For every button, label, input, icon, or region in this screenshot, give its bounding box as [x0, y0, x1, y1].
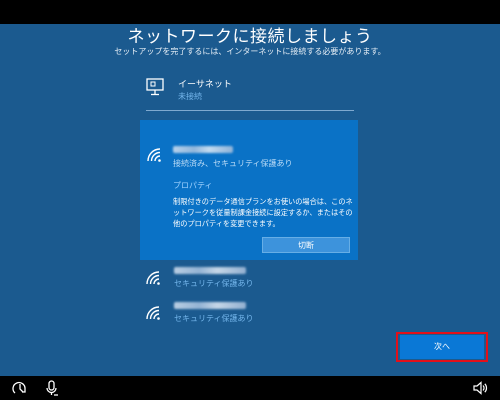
ethernet-name: イーサネット [178, 80, 232, 90]
page-subtitle: セットアップを完了するには、インターネットに接続する必要があります。 [114, 47, 386, 56]
ethernet-monitor-icon [146, 78, 164, 96]
properties-link[interactable]: プロパティ [173, 180, 213, 191]
disconnect-button[interactable]: 切断 [262, 237, 350, 253]
network-item[interactable]: セキュリティ保護あり [146, 300, 356, 330]
wifi-icon [146, 271, 160, 285]
selected-network-card[interactable]: 接続済み、セキュリティ保護あり プロパティ 制限付きのデータ通信プランをお使いの… [140, 120, 358, 260]
top-bar [0, 0, 500, 24]
network-name-blurred [174, 302, 246, 309]
volume-icon[interactable] [472, 380, 488, 396]
page-title: ネットワークに接続しましょう [127, 27, 373, 47]
network-item[interactable]: セキュリティ保護あり [146, 265, 356, 295]
ethernet-item[interactable]: イーサネット 未接続 [146, 76, 356, 108]
network-name-blurred [173, 146, 233, 153]
microphone-icon[interactable] [44, 380, 60, 396]
next-button[interactable]: 次へ [400, 335, 484, 359]
ease-of-access-icon[interactable] [12, 380, 28, 396]
network-status: セキュリティ保護あり [174, 314, 254, 323]
divider [146, 110, 354, 111]
wifi-icon [146, 306, 160, 320]
network-status: 接続済み、セキュリティ保護あり [173, 159, 293, 168]
bottom-bar [0, 376, 500, 400]
wifi-icon [147, 148, 161, 162]
ethernet-status: 未接続 [178, 92, 202, 101]
network-status: セキュリティ保護あり [174, 279, 254, 288]
network-description: 制限付きのデータ通信プランをお使いの場合は、このネットワークを従量制課金接続に設… [173, 197, 353, 228]
network-name-blurred [174, 267, 246, 274]
